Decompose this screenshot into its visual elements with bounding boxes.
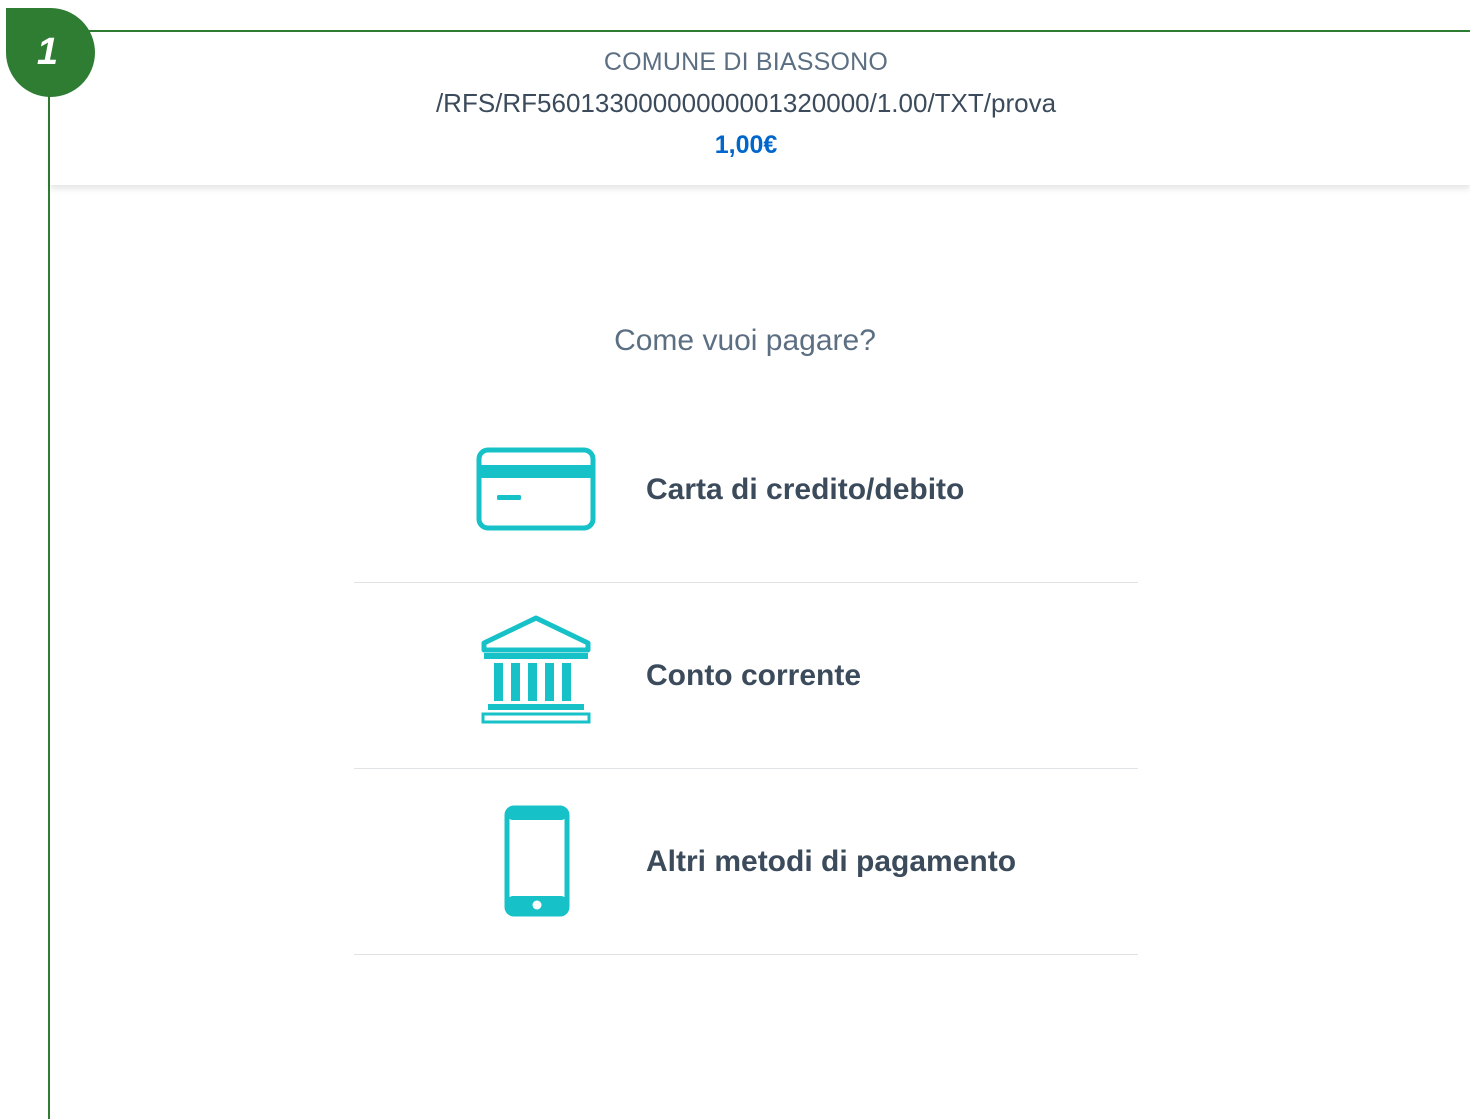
credit-card-icon (476, 447, 596, 536)
smartphone-icon (504, 805, 570, 922)
bank-icon (480, 615, 592, 730)
method-other[interactable]: Altri metodi di pagamento (354, 769, 1138, 955)
method-label: Conto corrente (646, 659, 862, 692)
method-credit-card[interactable]: Carta di credito/debito (354, 397, 1138, 583)
method-bank-account[interactable]: Conto corrente (354, 583, 1138, 769)
method-label: Carta di credito/debito (646, 473, 965, 506)
payment-header: COMUNE DI BIASSONO /RFS/RF56013300000000… (50, 32, 1470, 185)
creditor-entity: COMUNE DI BIASSONO (603, 48, 889, 76)
annotation-frame-left (48, 30, 50, 1119)
method-label: Altri metodi di pagamento (646, 845, 1017, 878)
payment-amount: 1,00€ (714, 131, 778, 159)
step-number-badge: 1 (6, 8, 95, 97)
payment-question: Come vuoi pagare? (614, 324, 876, 357)
notice-code: /RFS/RF56013300000000001320000/1.00/TXT/… (435, 88, 1057, 118)
